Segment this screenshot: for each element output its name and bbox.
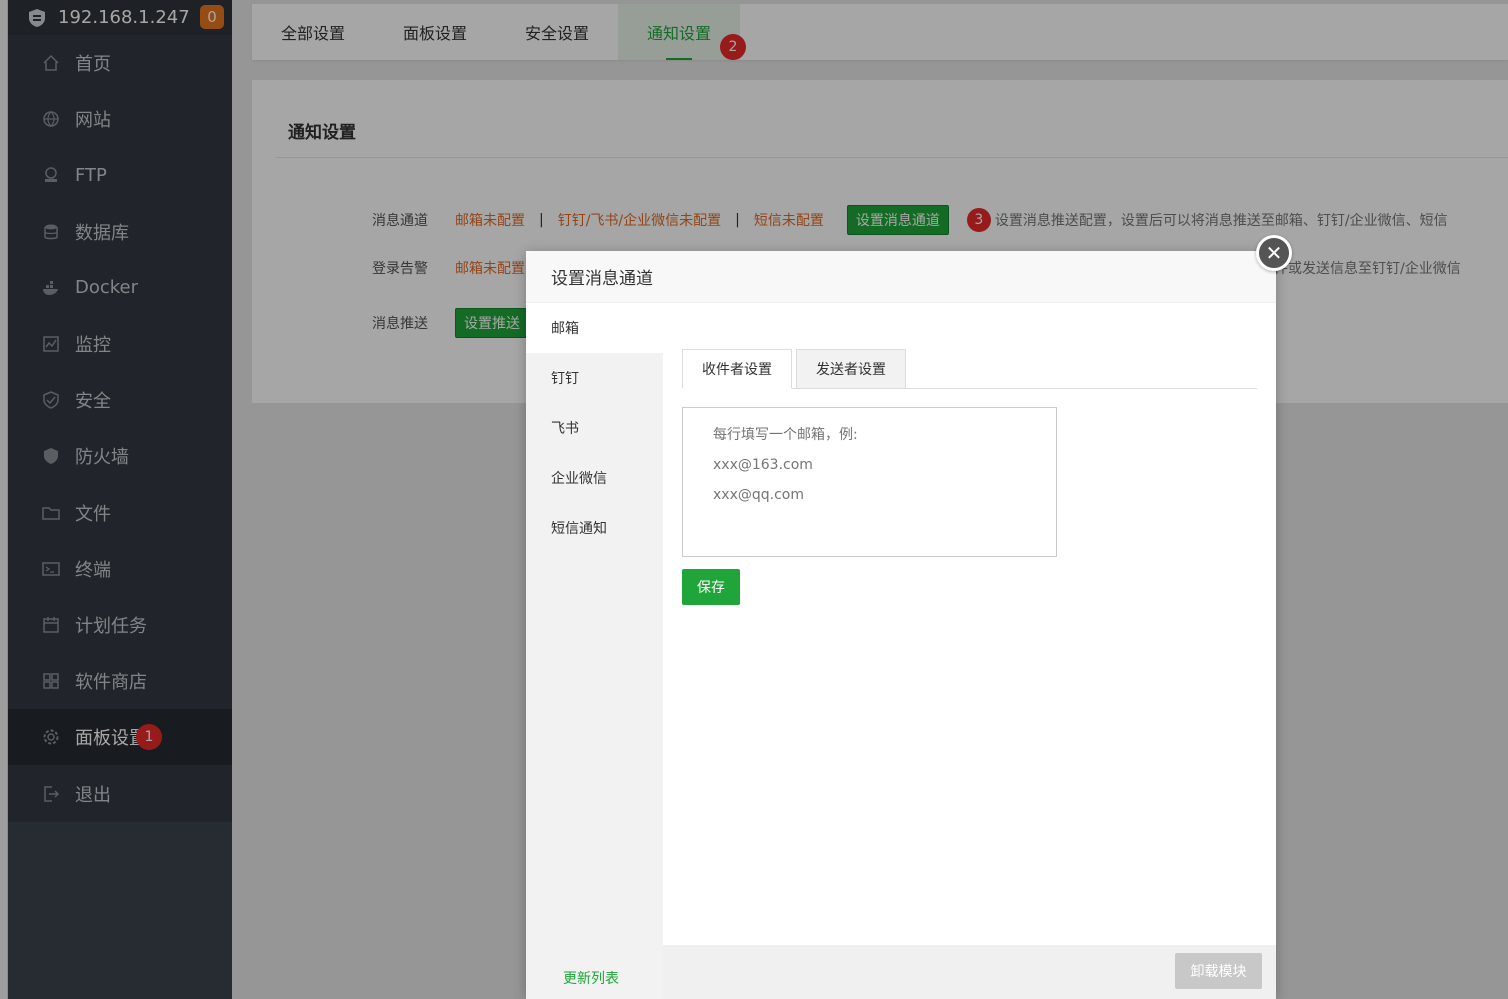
channel-item-dingtalk[interactable]: 钉钉 xyxy=(526,353,663,403)
channel-list: 邮箱 钉钉 飞书 企业微信 短信通知 更新列表 xyxy=(526,303,663,999)
tab-sender-settings[interactable]: 发送者设置 xyxy=(796,349,906,389)
update-list-link[interactable]: 更新列表 xyxy=(563,968,619,988)
channel-item-feishu[interactable]: 飞书 xyxy=(526,403,663,453)
save-button[interactable]: 保存 xyxy=(682,569,740,605)
channel-item-sms[interactable]: 短信通知 xyxy=(526,503,663,553)
tab-recipient-settings[interactable]: 收件者设置 xyxy=(682,349,792,389)
message-channel-dialog: 设置消息通道 ✕ 邮箱 钉钉 飞书 企业微信 短信通知 更新列表 收件者设置 发… xyxy=(526,235,1292,999)
channel-config-body: 收件者设置 发送者设置 保存 xyxy=(663,303,1276,945)
close-icon[interactable]: ✕ xyxy=(1256,235,1292,271)
channel-item-wecom[interactable]: 企业微信 xyxy=(526,453,663,503)
dialog-footer: 卸载模块 xyxy=(663,945,1276,999)
recipient-email-input[interactable] xyxy=(682,407,1057,557)
unload-module-button[interactable]: 卸载模块 xyxy=(1175,953,1262,989)
channel-item-email[interactable]: 邮箱 xyxy=(526,303,663,353)
config-sub-tabs: 收件者设置 发送者设置 xyxy=(682,349,1257,389)
dialog-title: 设置消息通道 xyxy=(526,251,1276,303)
